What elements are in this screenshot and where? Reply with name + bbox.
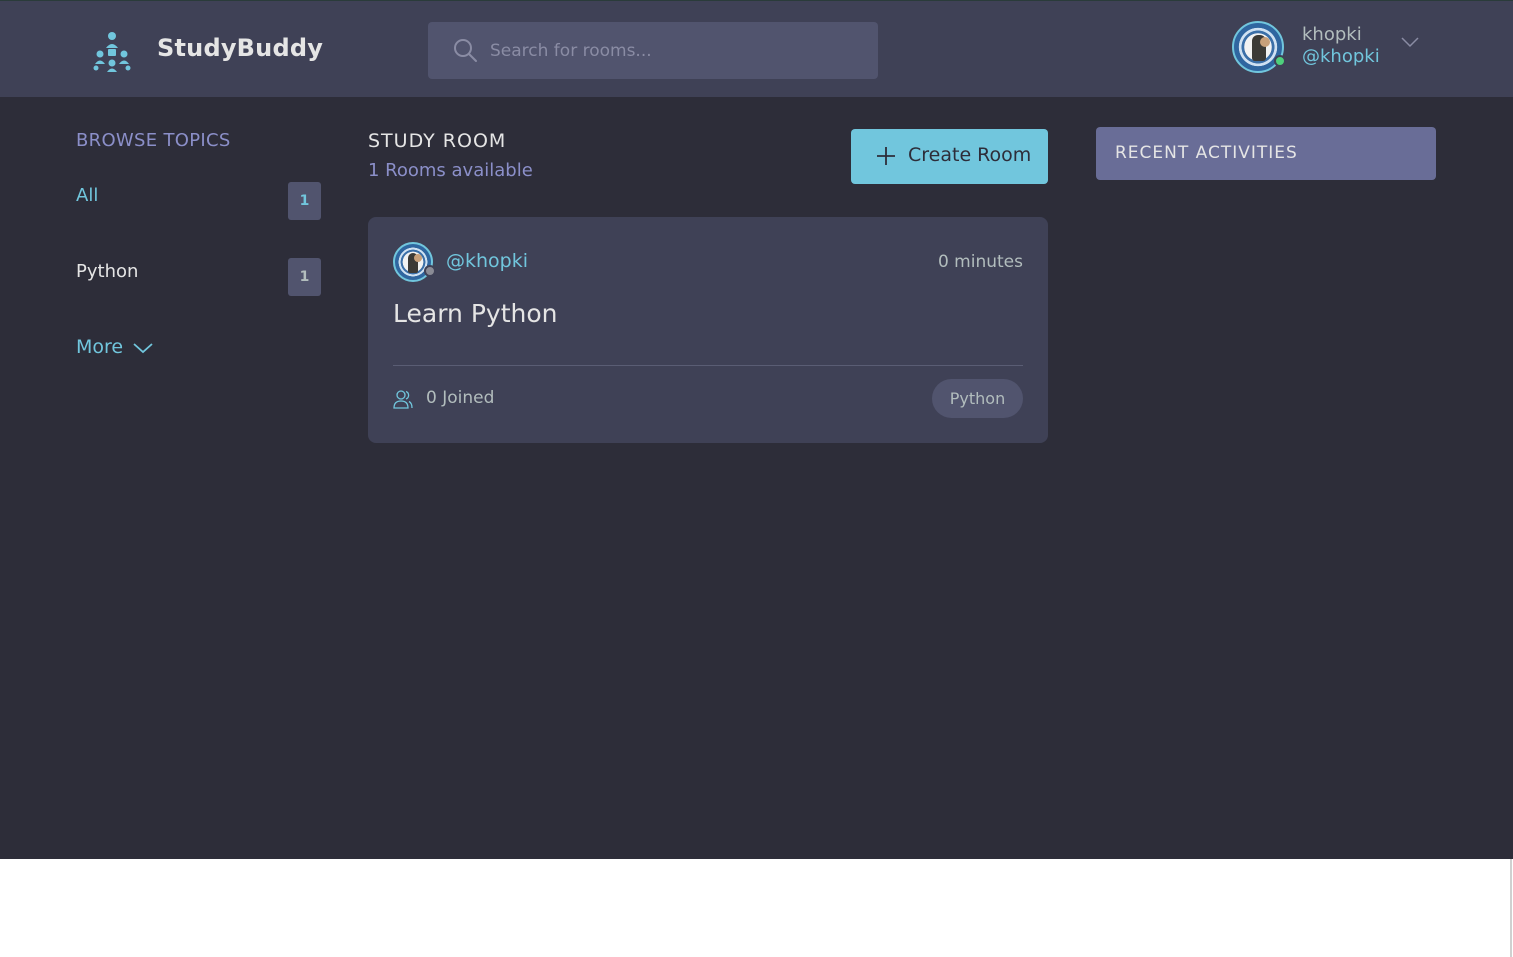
app-root: StudyBuddy khopki @khopki BROWSE TOPICS … bbox=[0, 0, 1513, 859]
user-handle: @khopki bbox=[1302, 46, 1380, 67]
room-time: 0 minutes bbox=[937, 252, 1023, 272]
offline-status-dot bbox=[424, 265, 436, 277]
more-label: More bbox=[76, 336, 124, 358]
create-room-label: Create Room bbox=[908, 144, 1032, 166]
create-room-button[interactable]: Create Room bbox=[851, 129, 1048, 184]
topic-count-badge: 1 bbox=[288, 182, 321, 220]
window-edge bbox=[1510, 859, 1512, 957]
search-icon bbox=[454, 39, 477, 62]
recent-activities-heading: RECENT ACTIVITIES bbox=[1115, 143, 1298, 163]
search-input[interactable] bbox=[490, 22, 870, 79]
topic-item-python[interactable]: Python 1 bbox=[76, 258, 321, 296]
user-menu[interactable]: khopki @khopki bbox=[1232, 21, 1432, 77]
recent-activities-panel: RECENT ACTIVITIES bbox=[1096, 127, 1436, 180]
brand-name[interactable]: StudyBuddy bbox=[157, 34, 323, 62]
room-topic-tag[interactable]: Python bbox=[932, 379, 1023, 418]
online-status-dot bbox=[1274, 55, 1286, 67]
browse-topics-heading: BROWSE TOPICS bbox=[76, 130, 231, 151]
avatar-figure-head bbox=[1260, 37, 1270, 47]
avatar-figure-head bbox=[414, 254, 422, 262]
room-host-link[interactable]: @khopki bbox=[446, 250, 528, 272]
chevron-down-icon[interactable] bbox=[1400, 35, 1420, 49]
rooms-count-text: 1 Rooms available bbox=[368, 160, 533, 181]
room-card: @khopki 0 minutes Learn Python 0 Joined … bbox=[368, 217, 1048, 443]
room-title-link[interactable]: Learn Python bbox=[393, 299, 557, 328]
page-title: STUDY ROOM bbox=[368, 130, 507, 152]
joined-count: 0 Joined bbox=[426, 388, 495, 408]
chevron-down-icon bbox=[133, 343, 153, 354]
plus-icon bbox=[877, 147, 895, 165]
topic-label: All bbox=[76, 185, 99, 206]
top-navbar: StudyBuddy khopki @khopki bbox=[0, 0, 1513, 97]
search-bar[interactable] bbox=[428, 22, 878, 79]
user-name: khopki bbox=[1302, 24, 1362, 45]
topic-count-badge: 1 bbox=[288, 258, 321, 296]
card-divider bbox=[393, 365, 1023, 366]
users-icon bbox=[393, 390, 413, 409]
more-topics-link[interactable]: More bbox=[76, 336, 153, 358]
topic-label: Python bbox=[76, 261, 139, 282]
logo-icon[interactable] bbox=[91, 30, 133, 72]
topic-item-all[interactable]: All 1 bbox=[76, 182, 321, 220]
